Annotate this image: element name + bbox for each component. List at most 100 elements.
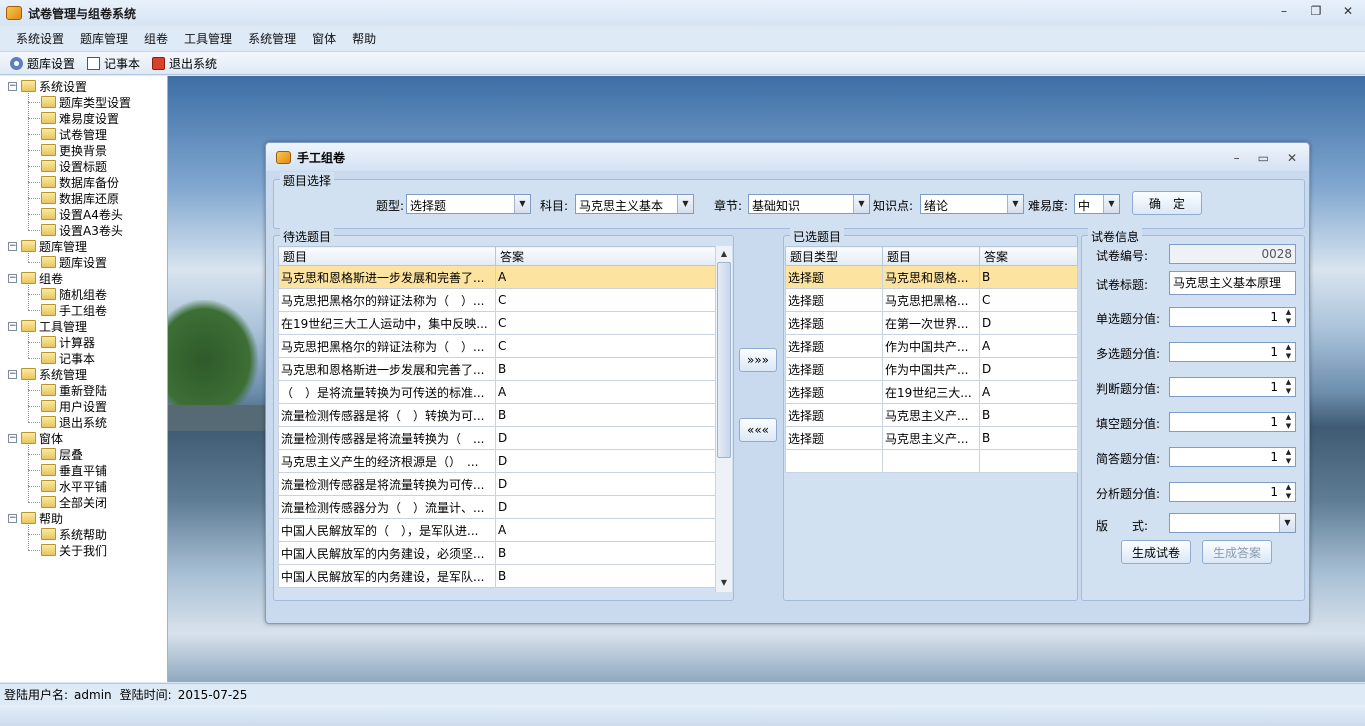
toolbar-notepad-button[interactable]: 记事本: [87, 55, 140, 72]
score-stepper[interactable]: 1 ▲ ▼: [1169, 342, 1296, 362]
tree-node-item[interactable]: 系统帮助: [41, 526, 107, 542]
type-select[interactable]: 选择题 ▼: [406, 194, 531, 214]
tree-node-item[interactable]: 数据库还原: [41, 190, 119, 206]
score-stepper[interactable]: 1 ▲ ▼: [1169, 447, 1296, 467]
dialog-close-icon[interactable]: ✕: [1287, 151, 1297, 165]
minimize-icon[interactable]: –: [1277, 4, 1291, 18]
tree-node-item[interactable]: 随机组卷: [41, 286, 107, 302]
tree-node-item[interactable]: 退出系统: [41, 414, 107, 430]
column-header-question[interactable]: 题目: [278, 246, 496, 266]
table-row[interactable]: 选择题 马克思把黑格... C: [785, 288, 1078, 312]
spin-arrows-icon[interactable]: ▲ ▼: [1282, 308, 1295, 326]
spin-arrows-icon[interactable]: ▲ ▼: [1282, 483, 1295, 501]
collapse-icon[interactable]: −: [8, 81, 17, 91]
column-header-answer[interactable]: 答案: [979, 246, 1078, 266]
spin-arrows-icon[interactable]: ▲ ▼: [1282, 413, 1295, 431]
collapse-icon[interactable]: −: [8, 433, 17, 443]
table-row[interactable]: 流量检测传感器分为（ ）流量计、... D: [278, 495, 716, 519]
collapse-icon[interactable]: −: [8, 321, 17, 331]
table-row[interactable]: 马克思和恩格斯进一步发展和完善了... B: [278, 357, 716, 381]
tree-node-item[interactable]: 更换背景: [41, 142, 107, 158]
tree-node-item[interactable]: 手工组卷: [41, 302, 107, 318]
format-select[interactable]: ▼: [1169, 513, 1296, 533]
table-row[interactable]: 流量检测传感器是将流量转换为（ ... D: [278, 426, 716, 450]
table-row[interactable]: 选择题 作为中国共产... A: [785, 334, 1078, 358]
score-stepper[interactable]: 1 ▲ ▼: [1169, 377, 1296, 397]
spin-arrows-icon[interactable]: ▲ ▼: [1282, 378, 1295, 396]
paper-title-input[interactable]: 马克思主义基本原理: [1169, 271, 1296, 295]
table-row[interactable]: 马克思把黑格尔的辩证法称为（ ）... C: [278, 334, 716, 358]
tree-node-group[interactable]: − 组卷: [8, 270, 63, 286]
table-row[interactable]: 中国人民解放军的内务建设，是军队... B: [278, 564, 716, 588]
dialog-maximize-icon[interactable]: ▭: [1258, 151, 1269, 165]
table-row[interactable]: 选择题 在第一次世界... D: [785, 311, 1078, 335]
scroll-down-icon[interactable]: ▼: [717, 576, 731, 590]
chapter-select[interactable]: 基础知识 ▼: [748, 194, 870, 214]
collapse-icon[interactable]: −: [8, 241, 17, 251]
tree-node-item[interactable]: 题库类型设置: [41, 94, 131, 110]
tree-node-group[interactable]: − 系统设置: [8, 78, 87, 94]
table-row[interactable]: 选择题 作为中国共产... D: [785, 357, 1078, 381]
table-row[interactable]: 马克思和恩格斯进一步发展和完善了... A: [278, 265, 716, 289]
column-header-answer[interactable]: 答案: [495, 246, 716, 266]
add-to-selected-button[interactable]: »»»: [739, 348, 777, 372]
generate-paper-button[interactable]: 生成试卷: [1121, 540, 1191, 564]
tree-node-item[interactable]: 用户设置: [41, 398, 107, 414]
toolbar-exit-button[interactable]: 退出系统: [152, 55, 217, 72]
tree-node-group[interactable]: − 工具管理: [8, 318, 87, 334]
knowledge-point-select[interactable]: 绪论 ▼: [920, 194, 1024, 214]
tree-node-group[interactable]: − 帮助: [8, 510, 63, 526]
table-row[interactable]: 选择题 在19世纪三大... A: [785, 380, 1078, 404]
generate-answer-button[interactable]: 生成答案: [1202, 540, 1272, 564]
tree-node-item[interactable]: 设置A4卷头: [41, 206, 123, 222]
table-row[interactable]: 马克思把黑格尔的辩证法称为（ ）... C: [278, 288, 716, 312]
remove-from-selected-button[interactable]: «««: [739, 418, 777, 442]
score-stepper[interactable]: 1 ▲ ▼: [1169, 307, 1296, 327]
tree-node-item[interactable]: 设置标题: [41, 158, 107, 174]
table-row[interactable]: 选择题 马克思主义产... B: [785, 403, 1078, 427]
tree-node-group[interactable]: − 系统管理: [8, 366, 87, 382]
menu-question-bank[interactable]: 题库管理: [72, 30, 136, 47]
tree-node-group[interactable]: − 题库管理: [8, 238, 87, 254]
tree-node-group[interactable]: − 窗体: [8, 430, 63, 446]
table-row[interactable]: 中国人民解放军的（ ），是军队进... A: [278, 518, 716, 542]
tree-node-item[interactable]: 全部关闭: [41, 494, 107, 510]
tree-node-item[interactable]: 记事本: [41, 350, 95, 366]
tree-node-item[interactable]: 数据库备份: [41, 174, 119, 190]
tree-node-item[interactable]: 题库设置: [41, 254, 107, 270]
scroll-up-icon[interactable]: ▲: [717, 247, 731, 261]
tree-node-item[interactable]: 水平平铺: [41, 478, 107, 494]
spin-arrows-icon[interactable]: ▲ ▼: [1282, 448, 1295, 466]
tree-node-item[interactable]: 设置A3卷头: [41, 222, 123, 238]
spin-arrows-icon[interactable]: ▲ ▼: [1282, 343, 1295, 361]
collapse-icon[interactable]: −: [8, 369, 17, 379]
toolbar-bank-settings-button[interactable]: 题库设置: [10, 55, 75, 72]
difficulty-select[interactable]: 中 ▼: [1074, 194, 1120, 214]
collapse-icon[interactable]: −: [8, 513, 17, 523]
column-header-question[interactable]: 题目: [882, 246, 980, 266]
dialog-minimize-icon[interactable]: –: [1234, 151, 1240, 165]
tree-node-item[interactable]: 试卷管理: [41, 126, 107, 142]
menu-compose[interactable]: 组卷: [136, 30, 176, 47]
tree-node-item[interactable]: 层叠: [41, 446, 83, 462]
subject-select[interactable]: 马克思主义基本 ▼: [575, 194, 694, 214]
menu-tools[interactable]: 工具管理: [176, 30, 240, 47]
close-icon[interactable]: ✕: [1341, 4, 1355, 18]
menu-system-admin[interactable]: 系统管理: [240, 30, 304, 47]
table-row[interactable]: 流量检测传感器是将（ ）转换为可... B: [278, 403, 716, 427]
table-row[interactable]: 选择题 马克思主义产... B: [785, 426, 1078, 450]
table-row[interactable]: （ ）是将流量转换为可传送的标准... A: [278, 380, 716, 404]
menu-system-settings[interactable]: 系统设置: [8, 30, 72, 47]
tree-node-item[interactable]: 计算器: [41, 334, 95, 350]
table-row[interactable]: 流量检测传感器是将流量转换为可传... D: [278, 472, 716, 496]
column-header-type[interactable]: 题目类型: [785, 246, 883, 266]
table-row[interactable]: 选择题 马克思和恩格... B: [785, 265, 1078, 289]
pending-scrollbar[interactable]: ▲ ▼: [715, 246, 732, 592]
collapse-icon[interactable]: −: [8, 273, 17, 283]
table-row[interactable]: 中国人民解放军的内务建设，必须坚... B: [278, 541, 716, 565]
restore-icon[interactable]: ❐: [1309, 4, 1323, 18]
scroll-thumb[interactable]: [717, 262, 731, 458]
table-row[interactable]: 在19世纪三大工人运动中，集中反映... C: [278, 311, 716, 335]
confirm-button[interactable]: 确 定: [1132, 191, 1202, 215]
table-row[interactable]: 马克思主义产生的经济根源是（） ... D: [278, 449, 716, 473]
